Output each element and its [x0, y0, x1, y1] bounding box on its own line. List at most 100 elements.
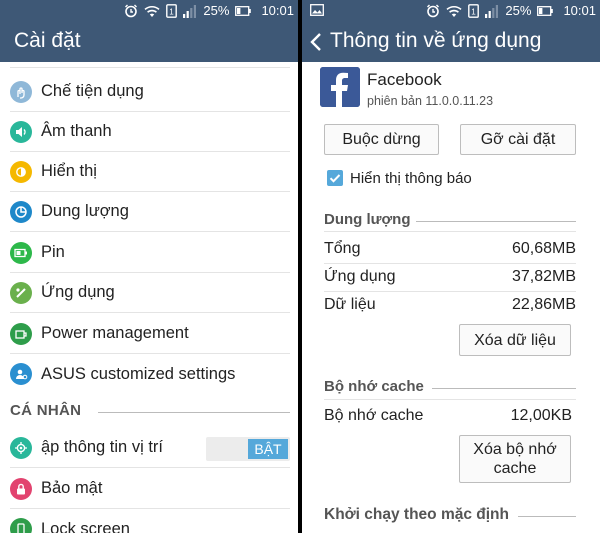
show-notifications-checkbox[interactable]: [327, 170, 343, 186]
location-toggle[interactable]: BẬT: [206, 437, 290, 461]
row-value: 60,68MB: [511, 240, 576, 257]
settings-item-label: Chế tiện dụng: [41, 82, 144, 100]
android-icon: [10, 281, 32, 304]
cache-row: Bộ nhớ cache 12,00KB: [324, 407, 576, 425]
alarm-icon: [427, 4, 440, 18]
section-header-cache: Bộ nhớ cache: [324, 378, 576, 395]
settings-item-storage[interactable]: Dung lượng: [10, 192, 290, 232]
uninstall-button[interactable]: Gỡ cài đặt: [460, 124, 576, 155]
status-bar: 1 25% 10:01: [0, 0, 298, 22]
settings-item-label: Hiển thị: [41, 162, 97, 180]
row-key: Bộ nhớ cache: [324, 407, 424, 424]
settings-item-label: ập thông tin vị trí: [41, 438, 163, 456]
battery-percent: 25%: [505, 3, 532, 18]
battery-icon: [235, 6, 252, 16]
speaker-icon: [10, 120, 32, 143]
battery-icon: [10, 241, 32, 264]
settings-item-label: ASUS customized settings: [41, 364, 236, 383]
section-divider: [518, 516, 576, 517]
app-bar: Cài đặt: [0, 22, 298, 62]
settings-item-asus-customized[interactable]: ASUS customized settings: [10, 354, 290, 394]
force-stop-label: Buộc dừng: [342, 131, 421, 148]
settings-item-apps[interactable]: Ứng dụng: [10, 273, 290, 313]
clear-data-button[interactable]: Xóa dữ liệu: [459, 324, 571, 356]
settings-item-accessibility[interactable]: Chế tiện dụng: [10, 72, 290, 112]
section-title: Khởi chạy theo mặc định: [324, 506, 509, 523]
settings-item-lock-screen[interactable]: Lock screen: [10, 509, 290, 533]
checkmark-icon: [329, 174, 341, 183]
settings-item-label: Power management: [41, 324, 189, 342]
image-notification-icon: [310, 4, 324, 16]
clear-data-label: Xóa dữ liệu: [474, 331, 556, 349]
settings-item-label: Bảo mật: [41, 479, 103, 497]
settings-item-battery[interactable]: Pin: [10, 233, 290, 273]
row-value: 22,86MB: [511, 296, 576, 313]
settings-item-label: Pin: [41, 243, 65, 261]
svg-text:1: 1: [170, 8, 175, 17]
clear-cache-label: Xóa bộ nhớ cache: [473, 441, 557, 477]
row-key: Ứng dụng: [324, 268, 396, 285]
settings-item-security[interactable]: Bảo mật: [10, 469, 290, 509]
row-key: Dữ liệu: [324, 296, 376, 313]
battery-icon: [537, 6, 554, 16]
section-header-launch-default: Khởi chạy theo mặc định: [324, 506, 576, 524]
location-icon: [10, 436, 32, 459]
power-management-icon: [10, 322, 32, 345]
sim-card-icon: 1: [166, 4, 178, 18]
lock-icon: [10, 477, 32, 500]
section-divider: [416, 221, 576, 222]
wifi-icon: [144, 5, 160, 17]
settings-item-label: Dung lượng: [41, 202, 129, 220]
page-title: Cài đặt: [14, 29, 81, 52]
settings-item-power-management[interactable]: Power management: [10, 314, 290, 354]
section-header-storage: Dung lượng: [324, 211, 576, 228]
battery-percent: 25%: [203, 3, 230, 18]
show-notifications-label: Hiển thị thông báo: [350, 170, 472, 187]
settings-item-display[interactable]: Hiển thị: [10, 152, 290, 192]
divider: [324, 399, 576, 400]
page-title: Thông tin về ứng dụng: [330, 29, 542, 52]
force-stop-button[interactable]: Buộc dừng: [324, 124, 439, 155]
facebook-app-icon: [320, 67, 360, 107]
section-divider: [432, 388, 576, 389]
settings-item-label: Âm thanh: [41, 122, 112, 140]
storage-row-total: Tổng 60,68MB: [324, 240, 576, 258]
divider: [324, 291, 576, 292]
divider: [324, 231, 576, 232]
clock: 10:01: [563, 3, 596, 18]
settings-item-label: Ứng dụng: [41, 283, 115, 301]
app-info-panel: 1 25% 10:01 Thông tin về ứng dụng Facebo…: [302, 0, 600, 533]
section-header-personal: CÁ NHÂN: [10, 402, 290, 419]
uninstall-label: Gỡ cài đặt: [480, 131, 556, 148]
status-icons: 1 25% 10:01: [426, 3, 596, 19]
row-key: Tổng: [324, 240, 361, 257]
back-arrow-icon[interactable]: [310, 32, 322, 52]
settings-item-sound[interactable]: Âm thanh: [10, 112, 290, 152]
storage-row-app: Ứng dụng 37,82MB: [324, 268, 576, 286]
lock-screen-icon: [10, 518, 32, 533]
hand-icon: [10, 80, 32, 103]
divider: [324, 263, 576, 264]
wifi-icon: [446, 5, 462, 17]
storage-row-data: Dữ liệu 22,86MB: [324, 296, 576, 314]
status-bar: 1 25% 10:01: [302, 0, 600, 22]
app-bar: Thông tin về ứng dụng: [302, 22, 600, 62]
signal-icon: [485, 4, 499, 18]
clear-cache-button[interactable]: Xóa bộ nhớ cache: [459, 435, 571, 483]
svg-text:1: 1: [472, 8, 477, 17]
signal-icon: [183, 4, 197, 18]
status-icons: 1 25% 10:01: [124, 3, 294, 19]
alarm-icon: [125, 4, 138, 18]
section-title: CÁ NHÂN: [10, 402, 82, 419]
settings-item-label: Lock screen: [41, 519, 130, 533]
section-divider: [98, 412, 290, 413]
toggle-on-label: BẬT: [248, 439, 288, 459]
asus-settings-icon: [10, 363, 32, 385]
row-value: 12,00KB: [510, 407, 572, 424]
row-value: 37,82MB: [511, 268, 576, 285]
settings-panel: 1 25% 10:01 Cài đặt Chế tiện dụng Âm tha…: [0, 0, 298, 533]
clock: 10:01: [261, 3, 294, 18]
section-title: Bộ nhớ cache: [324, 378, 424, 395]
app-name: Facebook: [367, 70, 442, 89]
storage-icon: [10, 200, 32, 223]
